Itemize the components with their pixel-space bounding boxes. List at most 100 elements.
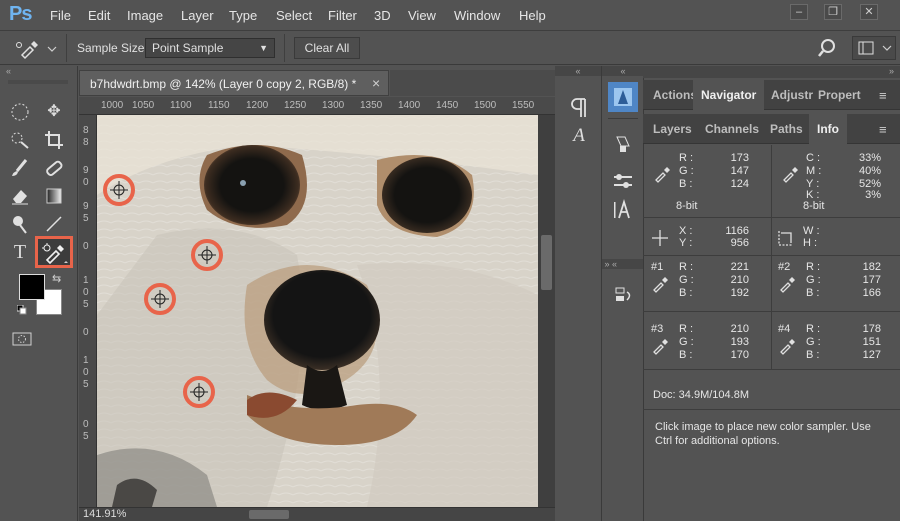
sampler-1-r-value: 221 (730, 261, 749, 273)
glyphs-panel-icon[interactable]: A (566, 125, 592, 151)
h-label: H : (803, 237, 818, 249)
paragraph-panel-icon[interactable] (566, 95, 592, 121)
bit-depth-left: 8-bit (676, 200, 698, 212)
vertical-ruler: 8 8 9 0 9 5 0 1 0 5 0 1 0 5 0 5 (79, 115, 97, 507)
menu-help[interactable]: Help (519, 8, 546, 23)
info-hint-text: Click image to place new color sampler. … (655, 421, 871, 447)
close-icon[interactable]: ✕ (860, 4, 878, 20)
collapse-panels-icon[interactable]: » (643, 66, 900, 78)
tool-preset-picker[interactable] (8, 35, 62, 61)
menu-edit[interactable]: Edit (88, 8, 110, 23)
minimize-icon[interactable]: – (790, 4, 808, 20)
ruler-tick: 9 (83, 201, 89, 212)
gradient-icon[interactable] (42, 184, 66, 208)
line-icon[interactable] (42, 212, 66, 236)
menu-file[interactable]: File (50, 8, 71, 23)
tab-channels[interactable]: Channels (697, 114, 767, 144)
photoshop-logo: Ps (9, 3, 32, 25)
tool-presets-icon[interactable] (611, 169, 635, 193)
cmyk-m-value: 40% (858, 165, 881, 177)
status-bar: 141.91% (79, 507, 555, 521)
swap-colors-icon[interactable]: ⇆ (52, 272, 61, 285)
expand-dock-icon[interactable]: « (555, 66, 601, 76)
sample-size-label: Sample Size: (77, 41, 148, 55)
collapse-toolbar-icon[interactable]: « (6, 66, 11, 76)
document-tab[interactable]: b7hdwdrt.bmp @ 142% (Layer 0 copy 2, RGB… (79, 70, 389, 96)
horizontal-scrollbar-thumb[interactable] (249, 510, 289, 519)
sample-size-select[interactable]: Point Sample ▼ (145, 38, 275, 58)
restore-icon[interactable]: ❐ (824, 4, 842, 20)
rgb-r-label: R : (679, 152, 694, 164)
sampler-2-r-value: 182 (862, 261, 881, 273)
cmyk-c-label: C : (806, 152, 821, 164)
sampler-1-number: #1 (651, 261, 664, 273)
zoom-level[interactable]: 141.91% (83, 508, 126, 520)
tab-navigator[interactable]: Navigator (693, 80, 765, 110)
default-colors-icon[interactable] (16, 304, 27, 315)
ruler-tick: 8 (83, 137, 89, 148)
ruler-tick: 0 (83, 327, 89, 338)
menu-layer[interactable]: Layer (181, 8, 214, 23)
crosshair-icon (651, 229, 669, 247)
ruler-tick: 1000 (101, 100, 124, 111)
color-sampler-icon (16, 41, 57, 60)
menu-select[interactable]: Select (276, 8, 312, 23)
scrollbar-thumb[interactable] (541, 235, 552, 290)
type-tool-icon[interactable]: T (8, 240, 32, 264)
eyedropper-icon (651, 337, 669, 355)
ruler-tick: 0 (83, 367, 89, 378)
ruler-tick: 1300 (322, 100, 345, 111)
dodge-icon[interactable] (8, 212, 32, 236)
ruler-tick: 9 (83, 165, 89, 176)
menu-3d[interactable]: 3D (374, 8, 391, 23)
tab-info[interactable]: Info (809, 114, 847, 144)
horizontal-ruler: 1000 1050 1100 1150 1200 1250 1300 1350 … (79, 97, 555, 115)
tab-layers[interactable]: Layers (645, 114, 700, 144)
collapse-dock-icon[interactable]: « (602, 66, 644, 76)
ruler-tick: 5 (83, 213, 89, 224)
tab-paths[interactable]: Paths (762, 114, 811, 144)
quick-mask-icon[interactable] (12, 332, 32, 346)
brush-icon[interactable] (8, 156, 32, 180)
eyedropper-icon (781, 165, 799, 183)
sampler-3-g-label: G : (679, 336, 694, 348)
search-icon[interactable] (818, 37, 840, 59)
dock-group-header[interactable]: » « (602, 259, 644, 269)
vertical-scrollbar[interactable] (538, 115, 555, 507)
tools-panel: « ✥ T ⇆ (0, 66, 78, 521)
rgb-b-label: B : (679, 178, 693, 190)
crop-icon[interactable] (42, 128, 66, 152)
sample-size-value: Point Sample (152, 41, 224, 55)
eraser-icon[interactable] (8, 184, 32, 208)
menu-view[interactable]: View (408, 8, 436, 23)
workspace-switcher[interactable] (852, 36, 896, 60)
x-value: 1166 (725, 225, 749, 237)
document-canvas[interactable] (97, 115, 538, 507)
menu-bar: Ps File Edit Image Layer Type Select Fil… (0, 0, 900, 31)
clone-source-icon[interactable] (611, 132, 635, 156)
marquee-icon[interactable] (8, 100, 32, 124)
panel-menu-icon[interactable]: ≡ (879, 122, 887, 137)
close-tab-icon[interactable]: × (372, 75, 380, 91)
history-panel-icon[interactable] (611, 284, 635, 308)
menu-image[interactable]: Image (127, 8, 163, 23)
menu-type[interactable]: Type (229, 8, 257, 23)
menu-window[interactable]: Window (454, 8, 500, 23)
foreground-color-swatch[interactable] (19, 274, 45, 300)
ruler-tick: 0 (83, 177, 89, 188)
menu-filter[interactable]: Filter (328, 8, 357, 23)
clear-all-button[interactable]: Clear All (294, 37, 360, 59)
ruler-tick: 1450 (436, 100, 459, 111)
move-icon[interactable]: ✥ (42, 100, 66, 124)
quick-select-icon[interactable] (8, 128, 32, 152)
ruler-tick: 1 (83, 355, 89, 366)
character-panel-icon[interactable] (611, 198, 635, 222)
panel-tabs-top: Actions Navigator Adjustr Propert ≡ (643, 80, 900, 110)
healing-brush-icon[interactable] (42, 156, 66, 180)
sampler-2-number: #2 (778, 261, 791, 273)
panel-menu-icon[interactable]: ≡ (879, 88, 887, 103)
navigator-panel-icon[interactable] (608, 82, 638, 112)
ruler-tick: 1500 (474, 100, 497, 111)
tab-properties[interactable]: Propert (810, 80, 869, 110)
color-sampler-tool[interactable] (35, 236, 73, 268)
